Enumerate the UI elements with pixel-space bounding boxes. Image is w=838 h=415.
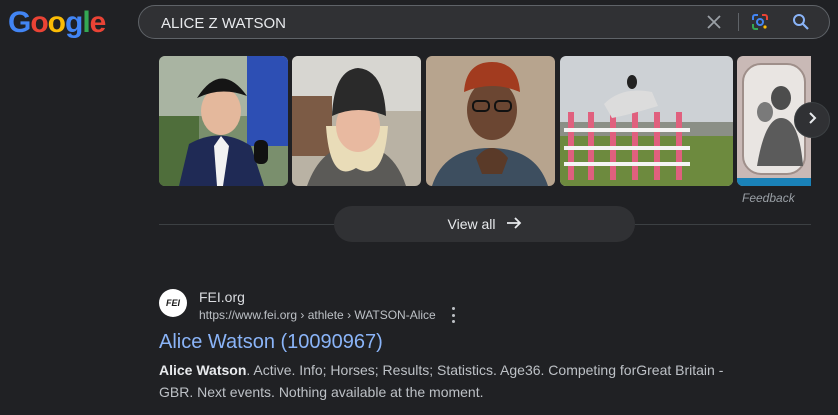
logo-letter-o2: o (47, 6, 66, 39)
close-icon[interactable] (704, 12, 724, 32)
snippet-bold-name: Alice Watson (159, 362, 247, 378)
more-options-icon[interactable] (449, 307, 457, 323)
logo-letter-e: e (89, 6, 107, 39)
arrow-right-icon (506, 216, 522, 233)
site-url[interactable]: https://www.fei.org › athlete › WATSON-A… (199, 308, 436, 322)
image-thumbnail-glasses[interactable] (426, 56, 555, 186)
feedback-link[interactable]: Feedback (742, 191, 795, 205)
result-title-link[interactable]: Alice Watson (10090967) (159, 331, 383, 354)
favicon-text: FEI (165, 298, 180, 308)
search-input[interactable] (159, 12, 683, 34)
search-icon[interactable] (791, 12, 811, 32)
site-favicon[interactable]: FEI (159, 289, 187, 317)
logo-letter-g: G (8, 6, 31, 39)
site-name[interactable]: FEI.org (199, 289, 245, 305)
result-snippet: Alice Watson. Active. Info; Horses; Resu… (159, 359, 739, 403)
snippet-line-1: . Active. Info; Horses; Results; Statist… (246, 362, 724, 378)
logo-letter-g2: g (65, 6, 83, 39)
search-box (138, 5, 830, 39)
chevron-right-icon (806, 111, 818, 129)
logo-letter-o1: o (30, 6, 48, 39)
image-thumbnail-beanie[interactable] (292, 56, 421, 186)
snippet-line-2: GBR. Next events. Nothing available at t… (159, 384, 484, 400)
logo-letter-l: l (82, 6, 90, 39)
search-divider (738, 13, 739, 31)
carousel-next-button[interactable] (794, 102, 830, 138)
image-thumbnail-showjumping[interactable] (560, 56, 733, 186)
top-bar: Google (0, 0, 838, 46)
view-all-button[interactable]: View all (334, 206, 635, 242)
view-all-label: View all (447, 216, 496, 232)
google-lens-icon[interactable] (750, 12, 770, 32)
image-thumbnail-rider[interactable] (159, 56, 288, 186)
google-logo[interactable]: Google (8, 6, 107, 40)
